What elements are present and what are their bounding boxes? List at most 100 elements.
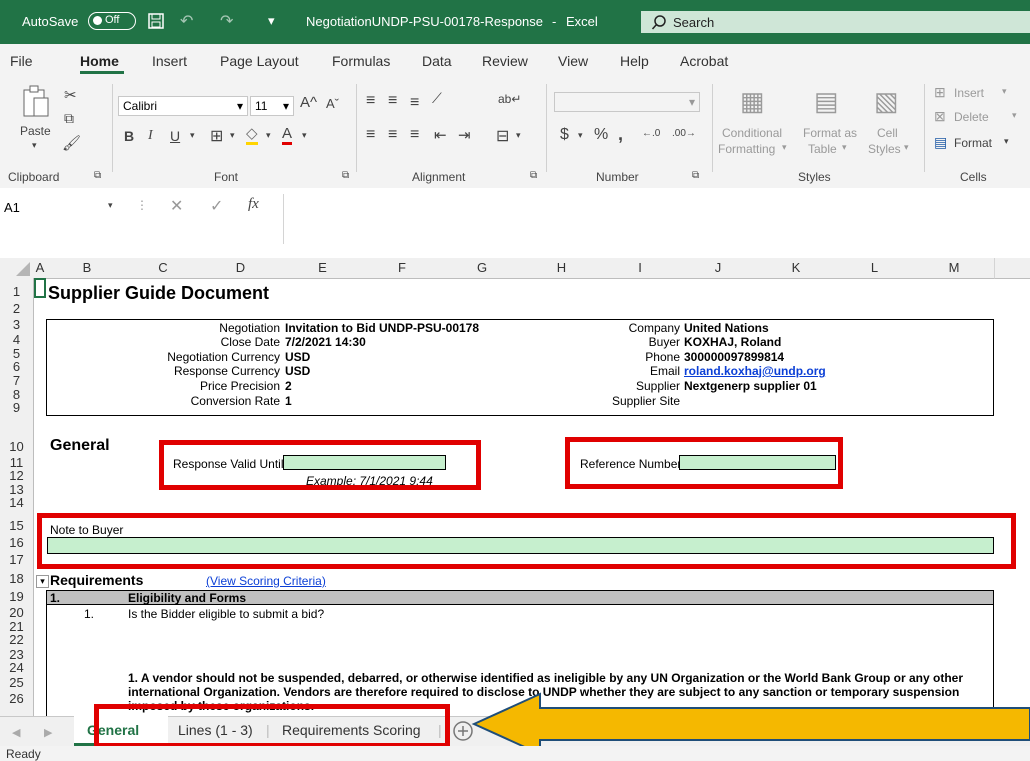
- enter-icon[interactable]: ✓: [210, 196, 223, 216]
- row-header[interactable]: 20: [0, 606, 33, 619]
- font-launcher-icon[interactable]: ⧉: [342, 170, 349, 181]
- row-header[interactable]: 2: [0, 302, 33, 315]
- scroll-tabs-right-icon[interactable]: ▶: [44, 726, 52, 739]
- row-header[interactable]: 4: [0, 333, 33, 346]
- row-header[interactable]: 7: [0, 374, 33, 387]
- font-color-icon[interactable]: A: [282, 126, 293, 145]
- column-header[interactable]: M: [914, 258, 995, 279]
- tab-home[interactable]: Home: [80, 53, 119, 69]
- autosave-toggle[interactable]: Off: [88, 12, 136, 30]
- borders-icon[interactable]: ⊞: [210, 126, 223, 146]
- formatting-label[interactable]: Formatting: [718, 142, 775, 156]
- formula-input[interactable]: [283, 194, 1030, 244]
- tab-review[interactable]: Review: [482, 53, 528, 69]
- styles-button-label[interactable]: Styles: [868, 142, 901, 156]
- row-header[interactable]: 10: [0, 440, 33, 453]
- merge-center-icon[interactable]: ⊟: [496, 126, 509, 146]
- undo-icon[interactable]: ↶: [180, 11, 193, 31]
- row-header[interactable]: 12: [0, 469, 33, 482]
- number-launcher-icon[interactable]: ⧉: [692, 170, 699, 181]
- tab-page-layout[interactable]: Page Layout: [220, 53, 299, 69]
- name-box[interactable]: A1: [0, 196, 120, 220]
- column-header[interactable]: I: [601, 258, 680, 279]
- row-header[interactable]: 15: [0, 519, 33, 532]
- format-painter-icon[interactable]: 🖌: [62, 134, 81, 152]
- increase-font-icon[interactable]: A^: [300, 94, 317, 111]
- select-all-icon[interactable]: [16, 262, 30, 276]
- clipboard-launcher-icon[interactable]: ⧉: [94, 170, 101, 181]
- middle-align-icon[interactable]: ≡: [388, 92, 397, 110]
- row-header[interactable]: 24: [0, 661, 33, 674]
- customize-toolbar-icon[interactable]: ▾: [268, 13, 275, 29]
- active-cell-a1[interactable]: [34, 278, 46, 298]
- table-label[interactable]: Table: [808, 142, 837, 156]
- font-name-combo[interactable]: Calibri ▾: [118, 96, 248, 116]
- row-header[interactable]: 6: [0, 360, 33, 373]
- cell-label[interactable]: Cell: [877, 126, 898, 140]
- cancel-icon[interactable]: ✕: [170, 196, 183, 216]
- decrease-decimal-icon[interactable]: .00→: [672, 128, 696, 139]
- increase-decimal-icon[interactable]: ←.0: [642, 128, 660, 139]
- column-header[interactable]: K: [757, 258, 836, 279]
- search-box[interactable]: Search: [641, 11, 1030, 33]
- row-header[interactable]: 16: [0, 536, 33, 549]
- row-header[interactable]: 9: [0, 401, 33, 414]
- row-header[interactable]: 17: [0, 553, 33, 566]
- view-scoring-criteria-link[interactable]: (View Scoring Criteria): [206, 574, 326, 588]
- column-header[interactable]: H: [522, 258, 602, 279]
- insert-cells-icon[interactable]: ⊞: [934, 84, 946, 101]
- insert-function-icon[interactable]: fx: [248, 196, 259, 213]
- conditional-formatting-icon[interactable]: ▦: [740, 86, 765, 117]
- row-header[interactable]: 19: [0, 590, 33, 603]
- increase-indent-icon[interactable]: ⇥: [458, 126, 471, 144]
- align-center-icon[interactable]: ≡: [388, 126, 397, 144]
- column-header[interactable]: C: [128, 258, 199, 279]
- tab-acrobat[interactable]: Acrobat: [680, 53, 728, 69]
- percent-icon[interactable]: %: [594, 126, 608, 144]
- row-header[interactable]: 26: [0, 692, 33, 705]
- column-header[interactable]: J: [679, 258, 758, 279]
- row-header[interactable]: 25: [0, 676, 33, 689]
- number-format-combo[interactable]: ▾: [554, 92, 700, 112]
- tab-help[interactable]: Help: [620, 53, 649, 69]
- row-header[interactable]: 1: [0, 285, 33, 298]
- save-icon[interactable]: [148, 13, 164, 29]
- orientation-icon[interactable]: ⟋: [432, 90, 442, 107]
- format-label[interactable]: Format: [954, 136, 992, 150]
- email-link[interactable]: roland.koxhaj@undp.org: [684, 364, 826, 378]
- chevron-down-icon[interactable]: ▾: [108, 200, 113, 211]
- align-right-icon[interactable]: ≡: [410, 126, 419, 144]
- format-cells-icon[interactable]: ▤: [934, 134, 947, 151]
- decrease-indent-icon[interactable]: ⇤: [434, 126, 447, 144]
- row-header[interactable]: 18: [0, 572, 33, 585]
- cell-styles-icon[interactable]: ▧: [874, 86, 899, 117]
- collapse-group-icon[interactable]: ▾: [36, 575, 49, 588]
- decrease-font-icon[interactable]: Aˇ: [326, 96, 339, 111]
- row-header[interactable]: 22: [0, 633, 33, 646]
- delete-cells-icon[interactable]: ⊠: [934, 108, 946, 125]
- cut-icon[interactable]: ✂: [64, 86, 77, 104]
- insert-label[interactable]: Insert: [954, 86, 984, 100]
- redo-icon[interactable]: ↷: [220, 11, 233, 31]
- bottom-align-icon[interactable]: ≡: [410, 94, 419, 112]
- scroll-tabs-left-icon[interactable]: ◀: [12, 726, 20, 739]
- tab-view[interactable]: View: [558, 53, 588, 69]
- wrap-text-icon[interactable]: ab↵: [498, 92, 521, 106]
- column-header[interactable]: L: [835, 258, 915, 279]
- tab-insert[interactable]: Insert: [152, 53, 187, 69]
- bold-icon[interactable]: B: [124, 128, 134, 144]
- font-size-combo[interactable]: 11 ▾: [250, 96, 294, 116]
- column-header[interactable]: F: [362, 258, 443, 279]
- alignment-launcher-icon[interactable]: ⧉: [530, 170, 537, 181]
- copy-icon[interactable]: ⧉: [64, 110, 74, 127]
- italic-icon[interactable]: I: [148, 128, 153, 144]
- row-header[interactable]: 3: [0, 318, 33, 331]
- delete-label[interactable]: Delete: [954, 110, 989, 124]
- tab-formulas[interactable]: Formulas: [332, 53, 390, 69]
- tab-file[interactable]: File: [10, 53, 33, 69]
- row-header[interactable]: 14: [0, 496, 33, 509]
- fill-color-icon[interactable]: ◇: [246, 126, 258, 145]
- format-as-table-icon[interactable]: ▤: [814, 86, 839, 117]
- tab-data[interactable]: Data: [422, 53, 452, 69]
- paste-icon[interactable]: [22, 84, 52, 120]
